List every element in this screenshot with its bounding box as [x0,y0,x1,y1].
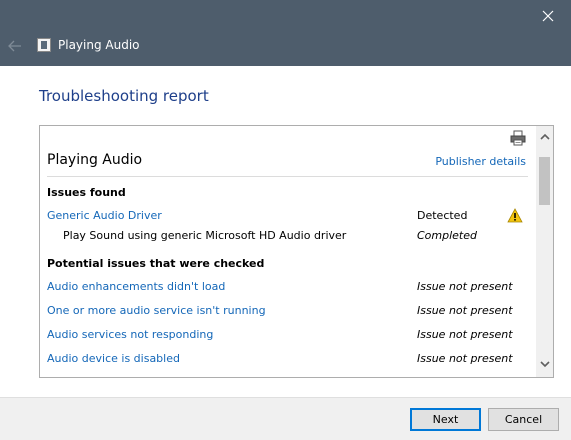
report-title: Playing Audio [47,152,143,168]
cancel-button[interactable]: Cancel [488,408,559,431]
check-status: Issue not present [417,304,513,317]
warning-icon [507,208,523,223]
check-link-enhancements[interactable]: Audio enhancements didn't load [47,280,225,294]
check-status: Issue not present [417,352,513,365]
check-status: Issue not present [417,328,513,341]
printer-icon [510,130,526,146]
footer-bar: Next Cancel [0,397,571,440]
issue-status: Detected [417,209,468,222]
chevron-up-icon [539,133,550,140]
print-button[interactable] [510,130,526,146]
issue-link-generic-audio-driver[interactable]: Generic Audio Driver [47,209,162,223]
issue-sub-status: Completed [417,229,477,242]
publisher-details-link[interactable]: Publisher details [435,155,526,169]
chevron-down-icon [539,361,550,368]
close-button[interactable] [525,0,571,31]
page-heading: Troubleshooting report [39,87,209,105]
issues-found-title: Issues found [47,186,126,199]
close-icon [542,10,554,21]
scroll-down-button[interactable] [536,356,553,373]
issue-sub-label: Play Sound using generic Microsoft HD Au… [63,229,347,242]
divider [47,176,528,177]
title-bar: Playing Audio [0,0,571,66]
check-link-services-responding[interactable]: Audio services not responding [47,328,213,342]
report-panel: Playing Audio Publisher details Issues f… [39,125,554,378]
check-link-audio-service[interactable]: One or more audio service isn't running [47,304,266,318]
scroll-thumb[interactable] [539,157,550,205]
potential-issues-title: Potential issues that were checked [47,257,265,270]
window-title: Playing Audio [58,38,140,52]
check-link-device-disabled[interactable]: Audio device is disabled [47,352,180,366]
back-button[interactable] [4,35,26,57]
back-arrow-icon [8,40,21,52]
troubleshooter-icon [37,38,51,52]
check-status: Issue not present [417,280,513,293]
vertical-scrollbar[interactable] [536,126,553,377]
next-button[interactable]: Next [410,408,481,431]
scroll-up-button[interactable] [536,128,553,145]
